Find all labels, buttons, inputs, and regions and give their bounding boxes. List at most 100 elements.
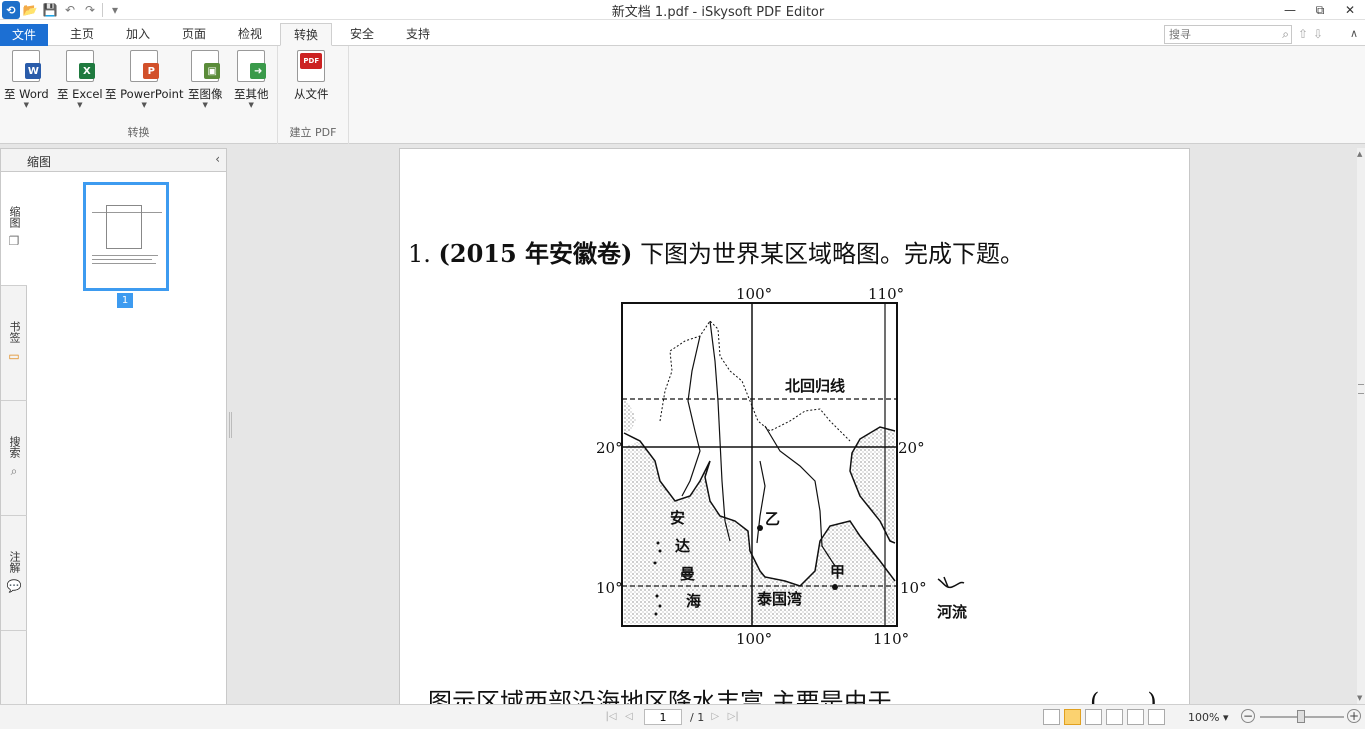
tab-home[interactable]: 主页	[58, 23, 106, 46]
tab-insert[interactable]: 加入	[114, 23, 162, 46]
to-other-label: 至其他	[234, 87, 269, 101]
zoom-level[interactable]: 100% ▾	[1188, 711, 1228, 724]
page-thumbnail[interactable]	[83, 182, 169, 291]
collapse-panel-icon[interactable]: ‹	[215, 152, 220, 166]
legend-river-icon	[937, 578, 965, 589]
window-controls: — ⧉ ✕	[1275, 0, 1365, 20]
single-page-view-icon[interactable]	[1043, 709, 1060, 725]
page-navigator: |◁ ◁ / 1 ▷ ▷|	[604, 709, 740, 725]
scroll-up-icon[interactable]: ▲	[1357, 150, 1362, 158]
next-page-icon[interactable]: ▷	[708, 710, 722, 724]
restore-button[interactable]: ⧉	[1305, 0, 1335, 20]
sea-char-2: 达	[675, 537, 690, 555]
convert-group-label: 转换	[127, 126, 150, 139]
prev-page-icon[interactable]: ◁	[622, 710, 636, 724]
panel-title: 缩图	[27, 155, 52, 169]
point-jia-label: 甲	[830, 563, 845, 581]
chevron-down-icon: ▼	[23, 101, 30, 109]
lat-right-10: 10°	[900, 579, 927, 597]
vertical-scrollbar[interactable]: ▲ ▼	[1357, 148, 1365, 704]
zoom-out-icon[interactable]: −	[1241, 709, 1255, 723]
from-file-button[interactable]: PDF 从文件	[294, 50, 329, 102]
gulf-label: 泰国湾	[756, 590, 802, 608]
lon-top-left: 100°	[736, 285, 772, 303]
thumbnail-page-number: 1	[117, 293, 133, 308]
search-next-icon[interactable]: ⇩	[1311, 25, 1325, 43]
status-bar: |◁ ◁ / 1 ▷ ▷| 100% ▾ − +	[0, 704, 1365, 729]
to-powerpoint-button[interactable]: P 至 PowerPoint ▼	[105, 50, 183, 109]
side-tab-bookmarks[interactable]: 书签 ▭	[1, 287, 27, 401]
grid-view-icon[interactable]	[1106, 709, 1123, 725]
lat-left-10: 10°	[596, 579, 623, 597]
question-heading: 1. (2015 年安徽卷) 下图为世界某区域略图。完成下题。	[408, 234, 1024, 269]
legend-river-label: 河流	[937, 603, 967, 621]
image-file-icon: ▣	[191, 50, 221, 82]
thumbnail-panel-header: 缩图 ‹	[0, 148, 227, 172]
zoom-in-icon[interactable]: +	[1347, 709, 1361, 723]
document-view: 1. (2015 年安徽卷) 下图为世界某区域略图。完成下题。 100° 110…	[232, 148, 1357, 704]
fit-page-icon[interactable]	[1148, 709, 1165, 725]
tab-convert[interactable]: 转换	[280, 23, 332, 46]
ribbon-collapse-icon[interactable]: ∧	[1350, 27, 1358, 40]
tab-support[interactable]: 支持	[394, 23, 442, 46]
search-prev-icon[interactable]: ⇧	[1296, 25, 1310, 43]
tab-page[interactable]: 页面	[170, 23, 218, 46]
zoom-slider-thumb[interactable]	[1297, 710, 1305, 723]
fit-width-icon[interactable]	[1127, 709, 1144, 725]
scroll-down-icon[interactable]: ▼	[1357, 694, 1362, 702]
other-file-icon: ➜	[237, 50, 267, 82]
search-box: ⌕	[1164, 25, 1292, 44]
scroll-grip[interactable]	[1358, 384, 1364, 394]
search-icon[interactable]: ⌕	[1282, 27, 1289, 42]
lon-bottom-right: 110°	[873, 630, 909, 648]
sea-char-1: 安	[670, 509, 685, 527]
to-word-label: 至 Word	[4, 87, 49, 101]
minimize-button[interactable]: —	[1275, 0, 1305, 20]
powerpoint-file-icon: P	[130, 50, 160, 82]
chevron-down-icon: ▼	[202, 101, 208, 109]
side-tab-comments[interactable]: 注解 💬	[1, 517, 27, 631]
point-yi-label: 乙	[765, 510, 780, 528]
question-source: (2015 年安徽卷)	[438, 239, 633, 268]
search-nav: ⇧ ⇩	[1296, 25, 1325, 43]
facing-view-icon[interactable]	[1085, 709, 1102, 725]
first-page-icon[interactable]: |◁	[604, 710, 618, 724]
side-tab-search[interactable]: 搜索 ⌕	[1, 402, 27, 516]
to-word-button[interactable]: W 至 Word ▼	[4, 50, 49, 109]
search-input[interactable]	[1165, 26, 1273, 43]
tab-file[interactable]: 文件	[0, 24, 48, 46]
region-map: 100° 110° 100° 110° 20° 20° 10° 10° 北回归线…	[596, 285, 967, 648]
side-tab-thumbnails[interactable]: 缩图 ❐	[1, 172, 27, 286]
to-image-label: 至图像	[188, 87, 223, 101]
to-other-button[interactable]: ➜ 至其他 ▼	[234, 50, 269, 109]
to-image-button[interactable]: ▣ 至图像 ▼	[188, 50, 223, 109]
tropic-label: 北回归线	[785, 377, 845, 395]
side-tab-label: 注解	[8, 551, 21, 573]
excel-file-icon: X	[65, 50, 95, 82]
question-line-2: 图示区域西部沿海地区降水丰富,主要是由于	[428, 688, 892, 704]
point-jia-marker	[832, 584, 838, 590]
to-excel-label: 至 Excel	[57, 87, 103, 101]
side-tab-label: 书签	[8, 321, 21, 343]
title-bar: ⟲ 📂 💾 ↶ ↷ ▾ 新文档 1.pdf - iSkysoft PDF Edi…	[0, 0, 1365, 20]
thumbnail-map-preview	[106, 205, 142, 249]
close-button[interactable]: ✕	[1335, 0, 1365, 20]
answer-paren: ( )	[1090, 688, 1157, 704]
continuous-view-icon[interactable]	[1064, 709, 1081, 725]
chevron-down-icon: ▼	[77, 101, 83, 109]
last-page-icon[interactable]: ▷|	[726, 710, 740, 724]
chevron-down-icon: ▼	[248, 101, 254, 109]
question-text: 下图为世界某区域略图。完成下题。	[640, 240, 1025, 268]
question-number: 1.	[408, 240, 431, 268]
tab-security[interactable]: 安全	[338, 23, 386, 46]
side-tab-label: 搜索	[8, 436, 21, 458]
to-excel-button[interactable]: X 至 Excel ▼	[57, 50, 103, 109]
sea-char-3: 曼	[680, 565, 695, 583]
tab-view[interactable]: 检视	[226, 23, 274, 46]
thumbnails-icon: ❐	[8, 234, 20, 248]
side-tab-label: 缩图	[8, 206, 21, 228]
bookmark-icon: ▭	[8, 349, 20, 363]
side-tabs: 缩图 ❐ 书签 ▭ 搜索 ⌕ 注解 💬	[0, 172, 27, 704]
lon-bottom-left: 100°	[736, 630, 772, 648]
page-number-input[interactable]	[644, 709, 682, 725]
